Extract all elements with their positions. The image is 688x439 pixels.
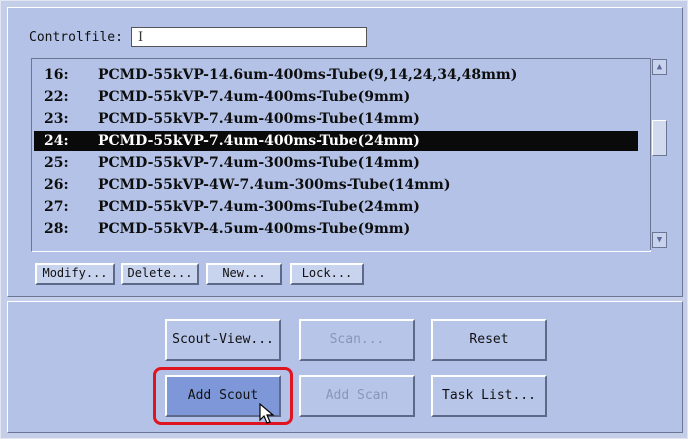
row-name: PCMD-55kVP-7.4um-400ms-Tube(14mm) <box>98 111 420 127</box>
new-button[interactable]: New... <box>206 263 282 285</box>
controlfile-input[interactable]: I <box>131 27 367 47</box>
scroll-down-icon[interactable]: ▼ <box>652 232 667 248</box>
reset-button[interactable]: Reset <box>431 319 547 361</box>
list-item[interactable]: 27: PCMD-55kVP-7.4um-300ms-Tube(24mm) <box>34 197 638 217</box>
protocol-list[interactable]: 16: PCMD-55kVP-14.6um-400ms-Tube(9,14,24… <box>31 58 651 252</box>
list-item[interactable]: 22: PCMD-55kVP-7.4um-400ms-Tube(9mm) <box>34 87 638 107</box>
list-item[interactable]: 28: PCMD-55kVP-4.5um-400ms-Tube(9mm) <box>34 219 638 239</box>
scan-control-window: Controlfile: I 16: PCMD-55kVP-14.6um-400… <box>0 0 688 439</box>
scroll-thumb[interactable] <box>652 120 667 156</box>
mouse-pointer-icon <box>259 403 275 424</box>
row-name: PCMD-55kVP-4.5um-400ms-Tube(9mm) <box>98 221 411 237</box>
scan-button[interactable]: Scan... <box>299 319 415 361</box>
row-name: PCMD-55kVP-14.6um-400ms-Tube(9,14,24,34,… <box>98 67 518 83</box>
delete-button[interactable]: Delete... <box>121 263 199 285</box>
list-item[interactable]: 23: PCMD-55kVP-7.4um-400ms-Tube(14mm) <box>34 109 638 129</box>
scroll-up-icon[interactable]: ▲ <box>652 59 667 75</box>
row-number: 27: <box>44 199 69 215</box>
add-scan-button[interactable]: Add Scan <box>299 375 415 417</box>
list-item-selected[interactable]: 24: PCMD-55kVP-7.4um-400ms-Tube(24mm) <box>34 131 638 151</box>
task-list-button[interactable]: Task List... <box>431 375 547 417</box>
row-number: 22: <box>44 89 69 105</box>
row-name: PCMD-55kVP-7.4um-400ms-Tube(24mm) <box>98 133 420 149</box>
row-name: PCMD-55kVP-7.4um-300ms-Tube(14mm) <box>98 155 420 171</box>
text-caret-icon: I <box>138 30 144 45</box>
list-item[interactable]: 26: PCMD-55kVP-4W-7.4um-300ms-Tube(14mm) <box>34 175 638 195</box>
row-number: 26: <box>44 177 69 193</box>
scout-view-button[interactable]: Scout-View... <box>165 319 281 361</box>
row-number: 23: <box>44 111 69 127</box>
row-name: PCMD-55kVP-7.4um-400ms-Tube(9mm) <box>98 89 411 105</box>
list-item[interactable]: 16: PCMD-55kVP-14.6um-400ms-Tube(9,14,24… <box>34 65 638 85</box>
row-name: PCMD-55kVP-4W-7.4um-300ms-Tube(14mm) <box>98 177 451 193</box>
list-scrollbar[interactable]: ▲ ▼ <box>650 58 669 250</box>
row-number: 16: <box>44 67 69 83</box>
lock-button[interactable]: Lock... <box>290 263 364 285</box>
row-name: PCMD-55kVP-7.4um-300ms-Tube(24mm) <box>98 199 420 215</box>
row-number: 25: <box>44 155 69 171</box>
row-number: 24: <box>44 133 69 149</box>
modify-button[interactable]: Modify... <box>35 263 115 285</box>
list-item[interactable]: 25: PCMD-55kVP-7.4um-300ms-Tube(14mm) <box>34 153 638 173</box>
row-number: 28: <box>44 221 69 237</box>
controlfile-label: Controlfile: <box>29 30 123 45</box>
